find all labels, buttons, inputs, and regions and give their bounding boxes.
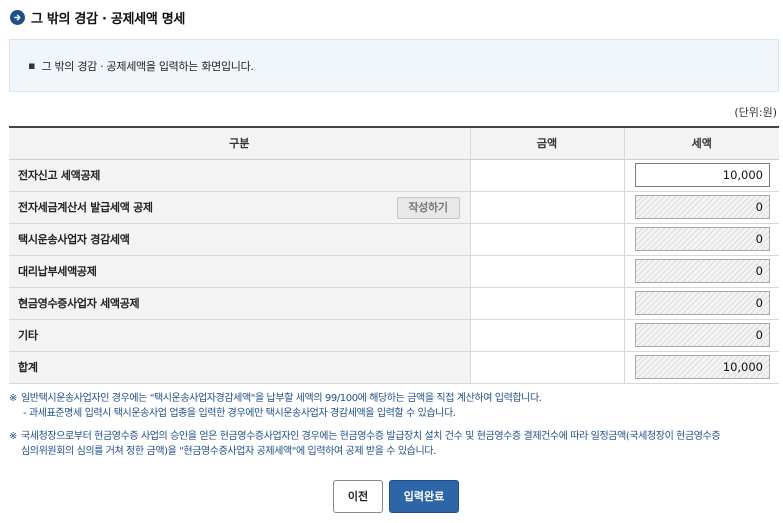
note-mark: ※ [9,431,17,442]
write-button[interactable]: 작성하기 [396,196,460,219]
tax-value-cash-receipt: 0 [635,291,770,315]
row-label-container: 전자세금계산서 발급세액 공제 작성하기 [9,191,470,224]
row-amount [469,351,624,384]
info-bullet: ▪ [28,59,36,72]
tax-value-total: 10,000 [635,355,770,379]
notes: ※ 일반택시운송사업자인 경우에는 "택시운송사업자경감세액"을 납부할 세액의… [9,391,781,467]
tax-input-e-filing[interactable]: 10,000 [635,163,770,187]
note-mark: ※ [9,393,17,404]
row-amount [469,159,624,192]
note-line: 국세청장으로부터 현금영수증 사업의 승인을 얻은 현금영수증사업자인 경우에는… [21,431,721,442]
row-label: 합계 [9,351,470,384]
row-label: 대리납부세액공제 [9,255,470,288]
row-amount [469,191,624,224]
row-amount [469,255,624,288]
header-amount: 금액 [469,126,624,160]
table-row: 기타 0 [9,319,779,352]
note-line: 일반택시운송사업자인 경우에는 "택시운송사업자경감세액"을 납부할 세액의 9… [21,393,542,404]
row-label: 기타 [9,319,470,352]
row-label: 전자세금계산서 발급세액 공제 [18,201,153,214]
table-row: 대리납부세액공제 0 [9,255,779,288]
deduction-table: 구분 금액 세액 전자신고 세액공제 10,000 전자세금계산서 발급세액 공… [9,126,779,384]
table-row: 전자신고 세액공제 10,000 [9,159,779,192]
header-category: 구분 [9,126,470,160]
table-row: 현금영수증사업자 세액공제 0 [9,287,779,320]
tax-value-e-invoice: 0 [635,195,770,219]
page-header: 그 밖의 경감 · 공제세액 명세 [10,6,185,28]
table-row: 택시운송사업자 경감세액 0 [9,223,779,256]
info-text: 그 밖의 경감 · 공제세액을 입력하는 화면입니다. [41,59,254,73]
info-box: ▪ 그 밖의 경감 · 공제세액을 입력하는 화면입니다. [9,39,779,92]
page-title: 그 밖의 경감 · 공제세액 명세 [31,11,186,27]
prev-button[interactable]: 이전 [333,480,383,513]
table-row-total: 합계 10,000 [9,351,779,384]
note-cash-receipt: ※ 국세청장으로부터 현금영수증 사업의 승인을 얻은 현금영수증사업자인 경우… [9,429,781,459]
row-label: 택시운송사업자 경감세액 [9,223,470,256]
row-amount [469,287,624,320]
submit-button[interactable]: 입력완료 [389,480,459,513]
row-amount [469,223,624,256]
header-tax: 세액 [623,126,779,160]
note-line: 심의위원회의 심의를 거쳐 정한 금액)을 "현금영수증사업자 공제세액"에 입… [21,446,436,457]
row-label: 현금영수증사업자 세액공제 [9,287,470,320]
row-amount [469,319,624,352]
table-header-row: 구분 금액 세액 [9,126,779,160]
note-line: - 과세표준명세 입력시 택시운송사업 업종을 입력한 경우에만 택시운송사업자… [23,408,456,419]
arrow-right-circle-icon [10,9,25,25]
tax-value-proxy: 0 [635,259,770,283]
tax-value-taxi: 0 [635,227,770,251]
tax-value-other: 0 [635,323,770,347]
row-label: 전자신고 세액공제 [9,159,470,192]
note-taxi: ※ 일반택시운송사업자인 경우에는 "택시운송사업자경감세액"을 납부할 세액의… [9,391,781,421]
unit-label: (단위:원) [734,106,777,119]
table-row: 전자세금계산서 발급세액 공제 작성하기 0 [9,191,779,224]
